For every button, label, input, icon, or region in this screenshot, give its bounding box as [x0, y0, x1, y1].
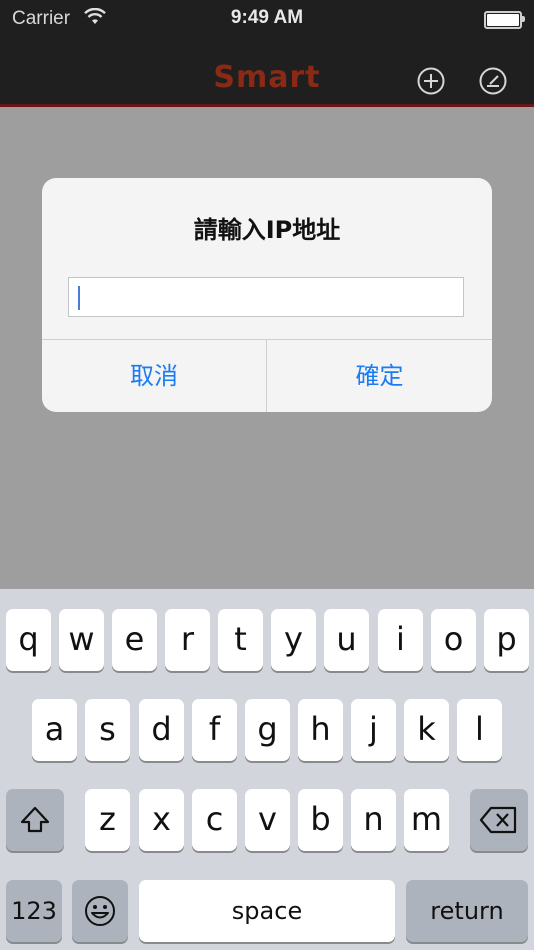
space-key[interactable]: space: [139, 880, 395, 942]
key-h[interactable]: h: [298, 699, 343, 761]
key-r[interactable]: r: [165, 609, 210, 671]
cancel-button[interactable]: 取消: [42, 340, 267, 412]
key-o[interactable]: o: [431, 609, 476, 671]
key-a[interactable]: a: [32, 699, 77, 761]
confirm-button[interactable]: 確定: [267, 340, 492, 412]
ip-address-alert: 請輸入IP地址 取消 確定: [42, 178, 492, 412]
emoji-key[interactable]: [72, 880, 128, 942]
key-f[interactable]: f: [192, 699, 237, 761]
key-z[interactable]: z: [85, 789, 130, 851]
text-caret: [78, 286, 80, 310]
key-i[interactable]: i: [378, 609, 423, 671]
plus-circle-icon[interactable]: [416, 66, 446, 96]
key-j[interactable]: j: [351, 699, 396, 761]
key-b[interactable]: b: [298, 789, 343, 851]
key-u[interactable]: u: [324, 609, 369, 671]
emoji-icon: [85, 896, 115, 926]
key-l[interactable]: l: [457, 699, 502, 761]
delete-key[interactable]: [470, 789, 528, 851]
navigation-bar: Smart: [0, 40, 534, 107]
battery-icon: [484, 11, 525, 29]
key-m[interactable]: m: [404, 789, 449, 851]
key-p[interactable]: p: [484, 609, 529, 671]
key-w[interactable]: w: [59, 609, 104, 671]
key-n[interactable]: n: [351, 789, 396, 851]
key-x[interactable]: x: [139, 789, 184, 851]
key-e[interactable]: e: [112, 609, 157, 671]
shift-key[interactable]: [6, 789, 64, 851]
app-logo: Smart: [213, 60, 321, 95]
keyboard: q w e r t y u i o p a s d f g h j k l z …: [0, 589, 534, 950]
key-c[interactable]: c: [192, 789, 237, 851]
key-d[interactable]: d: [139, 699, 184, 761]
alert-button-bar: 取消 確定: [42, 339, 492, 412]
key-k[interactable]: k: [404, 699, 449, 761]
numbers-key[interactable]: 123: [6, 880, 62, 942]
status-time: 9:49 AM: [230, 7, 304, 28]
key-g[interactable]: g: [245, 699, 290, 761]
shift-icon: [20, 806, 50, 833]
ip-address-input[interactable]: [68, 277, 464, 317]
status-bar: Carrier 9:49 AM: [0, 0, 534, 40]
key-v[interactable]: v: [245, 789, 290, 851]
backspace-icon: [479, 806, 517, 834]
key-q[interactable]: q: [6, 609, 51, 671]
edit-circle-icon[interactable]: [478, 66, 508, 96]
key-s[interactable]: s: [85, 699, 130, 761]
key-y[interactable]: y: [271, 609, 316, 671]
key-t[interactable]: t: [218, 609, 263, 671]
alert-title: 請輸入IP地址: [193, 216, 341, 244]
return-key[interactable]: return: [406, 880, 528, 942]
